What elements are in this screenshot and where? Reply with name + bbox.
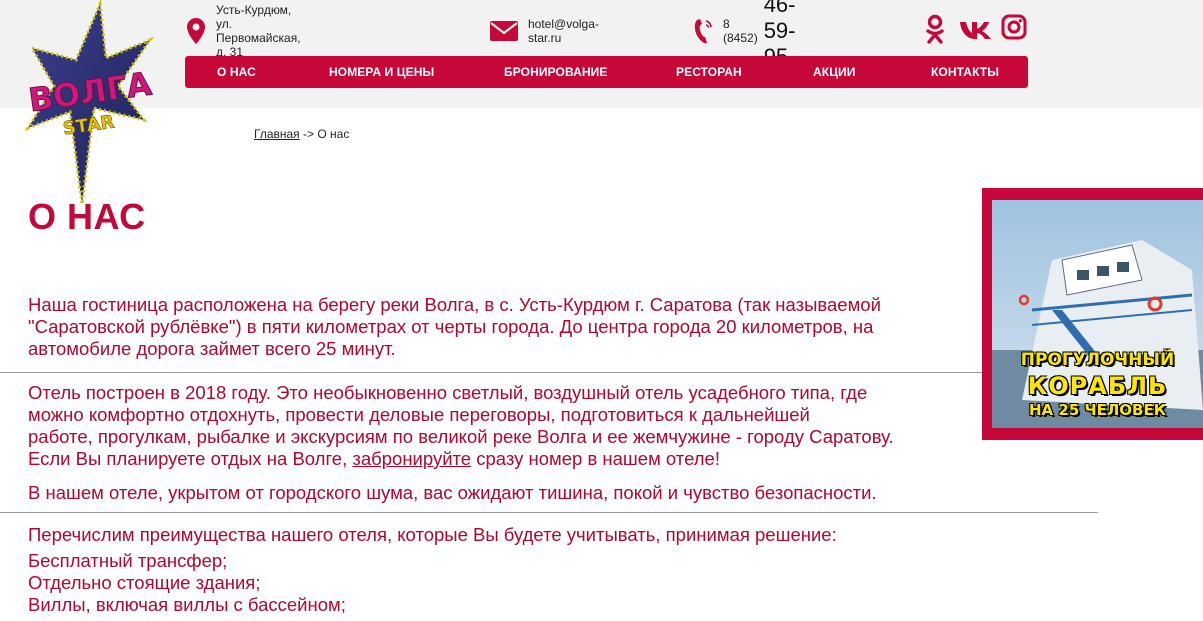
phone-block[interactable]: 8 (8452) 46-59-95 <box>692 0 797 69</box>
address-text: Усть-Курдюм, ул. Первомайская, д. 31 <box>216 3 301 59</box>
paragraph-line: Отель построен в 2018 году. Это необыкно… <box>28 382 868 403</box>
nav-item-rooms-prices[interactable]: НОМЕРА И ЦЕНЫ <box>329 56 434 88</box>
email-block[interactable]: hotel@volga-star.ru <box>490 14 601 48</box>
paragraph-line: "Саратовской рублёвке") в пяти километра… <box>28 316 874 337</box>
page-title: О НАС <box>28 196 146 237</box>
divider <box>0 512 1098 513</box>
paragraph-line: можно комфортно отдохнуть, провести дело… <box>28 404 810 425</box>
breadcrumb-current: О нас <box>317 127 350 141</box>
booking-text-before: Если Вы планируете отдых на Волге, <box>28 448 353 469</box>
email-link[interactable]: hotel@volga-star.ru <box>528 17 601 45</box>
nav-item-contacts[interactable]: КОНТАКТЫ <box>931 56 999 88</box>
breadcrumb: Главная -> О нас <box>254 127 349 141</box>
phone-prefix: 8 (8452) <box>723 17 758 45</box>
phone-icon <box>692 17 714 45</box>
promo-line-3: НА 25 ЧЕЛОВЕК <box>1029 401 1166 419</box>
breadcrumb-home-link[interactable]: Главная <box>254 127 300 141</box>
paragraph-line: Если Вы планируете отдых на Волге, забро… <box>28 448 894 470</box>
nav-item-booking[interactable]: БРОНИРОВАНИЕ <box>504 56 608 88</box>
promo-line-1: ПРОГУЛОЧНЫЙ <box>1020 350 1175 370</box>
booking-link[interactable]: забронируйте <box>352 448 471 469</box>
vk-icon[interactable] <box>959 14 993 44</box>
paragraph-line: автомобиле дорога займет всего 25 минут. <box>28 338 396 359</box>
nav-item-promotions[interactable]: АКЦИИ <box>813 56 856 88</box>
nav-item-restaurant[interactable]: РЕСТОРАН <box>676 56 742 88</box>
paragraph-line: Наша гостиница расположена на берегу рек… <box>28 294 881 315</box>
location-pin-icon <box>186 17 206 45</box>
odnoklassniki-icon[interactable] <box>925 14 947 44</box>
list-item: Бесплатный трансфер; <box>28 550 228 571</box>
paragraph-location: Наша гостиница расположена на берегу рек… <box>28 294 881 360</box>
main-nav: О НАС НОМЕРА И ЦЕНЫ БРОНИРОВАНИЕ РЕСТОРА… <box>185 56 1028 88</box>
list-item: Виллы, включая виллы с бассейном; <box>28 594 346 615</box>
envelope-icon <box>490 21 518 41</box>
paragraph-quiet: В нашем отеле, укрытом от городского шум… <box>28 482 877 504</box>
address-block: Усть-Курдюм, ул. Первомайская, д. 31 <box>186 3 303 59</box>
advantages: Перечислим преимущества нашего отеля, ко… <box>28 524 837 616</box>
logo-sub: STAR <box>62 112 116 140</box>
social-links <box>925 14 1027 44</box>
promo-banner[interactable]: ПРОГУЛОЧНЫЙ КОРАБЛЬ НА 25 ЧЕЛОВЕК <box>982 188 1203 440</box>
paragraph-hotel: Отель построен в 2018 году. Это необыкно… <box>28 382 894 470</box>
nav-item-about[interactable]: О НАС <box>217 56 256 88</box>
instagram-icon[interactable] <box>1001 14 1027 44</box>
paragraph-line: В нашем отеле, укрытом от городского шум… <box>28 482 877 503</box>
advantages-intro: Перечислим преимущества нашего отеля, ко… <box>28 524 837 545</box>
booking-text-after: сразу номер в нашем отеле! <box>471 448 720 469</box>
site-logo[interactable]: ВОЛГА STAR <box>22 0 154 208</box>
promo-image: ПРОГУЛОЧНЫЙ КОРАБЛЬ НА 25 ЧЕЛОВЕК <box>992 200 1203 428</box>
paragraph-line: работе, прогулкам, рыбалке и экскурсиям … <box>28 426 894 447</box>
promo-line-2: КОРАБЛЬ <box>1027 372 1168 400</box>
logo-star-icon: ВОЛГА STAR <box>24 0 154 205</box>
list-item: Отдельно стоящие здания; <box>28 572 261 593</box>
breadcrumb-separator: -> <box>303 127 315 141</box>
